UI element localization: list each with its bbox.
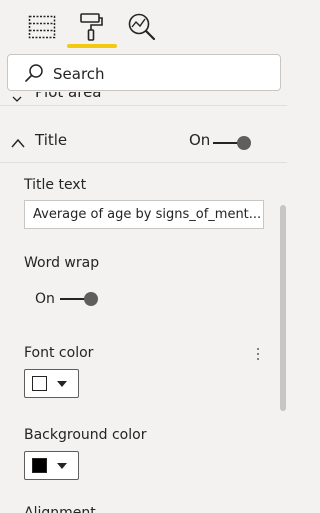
plot-area-label: Plot area [35,92,102,101]
more-options-icon[interactable] [255,346,261,362]
chevron-up-icon [10,134,26,148]
analytics-tab[interactable] [125,10,159,44]
title-toggle-state: On [189,131,211,149]
title-text-value: Average of age by signs_of_ment... [33,207,262,222]
paint-roller-icon [79,12,105,42]
scrollbar-thumb[interactable] [280,205,286,411]
font-color-swatch [32,376,47,391]
plot-area-section-header[interactable]: Plot area [0,92,287,106]
word-wrap-state: On [35,291,55,307]
caret-down-icon [57,381,67,387]
title-text-input[interactable]: Average of age by signs_of_ment... [24,200,264,229]
title-text-label: Title text [24,177,87,193]
fields-tab[interactable] [25,10,59,44]
chevron-down-icon [12,92,22,102]
search-placeholder: Search [53,65,105,83]
active-tab-indicator [67,44,117,48]
font-color-picker[interactable] [24,369,79,398]
title-toggle[interactable] [213,135,251,151]
alignment-label: Alignment [24,505,96,513]
word-wrap-toggle[interactable] [60,291,98,307]
section-divider [0,162,287,163]
format-panel: Plot area Title On Title text Average of… [0,92,287,513]
analytics-magnifier-icon [127,12,157,42]
font-color-label: Font color [24,345,94,361]
table-grid-icon [28,14,56,40]
search-icon [24,63,44,83]
format-tab[interactable] [75,10,109,44]
title-section-header[interactable]: Title On [0,124,287,158]
caret-down-icon [57,463,67,469]
background-color-swatch [32,458,47,473]
visualizations-pane-toolbar [0,0,297,52]
toggle-knob [237,136,251,150]
background-color-picker[interactable] [24,451,79,480]
toggle-knob [84,292,98,306]
title-section-label: Title [35,131,68,149]
word-wrap-label: Word wrap [24,255,100,271]
background-color-label: Background color [24,427,147,443]
search-box[interactable]: Search [7,54,281,91]
scrollbar-track[interactable] [287,92,297,513]
